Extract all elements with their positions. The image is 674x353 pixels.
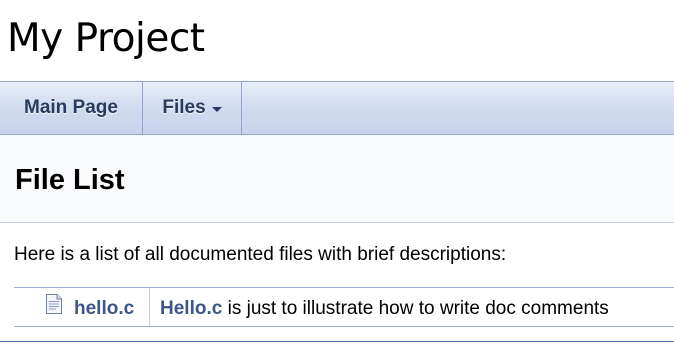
file-brief-link[interactable]: Hello.c [160,298,222,319]
navbar: Main Page Files [0,81,674,135]
file-name-cell: hello.c [14,288,150,326]
nav-files-menu[interactable]: Files [143,82,242,134]
caret-down-icon [211,106,222,112]
file-brief-cell: Hello.c is just to illustrate how to wri… [160,297,609,321]
nav-main-page-label: Main Page [24,97,118,118]
file-brief-text: is just to illustrate how to write doc c… [222,298,609,319]
title-area: My Project [0,0,674,81]
project-name: My Project [7,16,205,61]
file-icon [45,294,63,314]
page-header: File List [0,135,674,223]
nav-main-page[interactable]: Main Page [0,82,143,134]
page-title: File List [15,164,125,196]
footer-divider [0,341,674,342]
file-link-hello-c[interactable]: hello.c [74,297,134,321]
file-table: hello.c Hello.c is just to illustrate ho… [14,287,674,327]
nav-files-label: Files [162,97,206,118]
page-description: Here is a list of all documented files w… [14,244,507,265]
